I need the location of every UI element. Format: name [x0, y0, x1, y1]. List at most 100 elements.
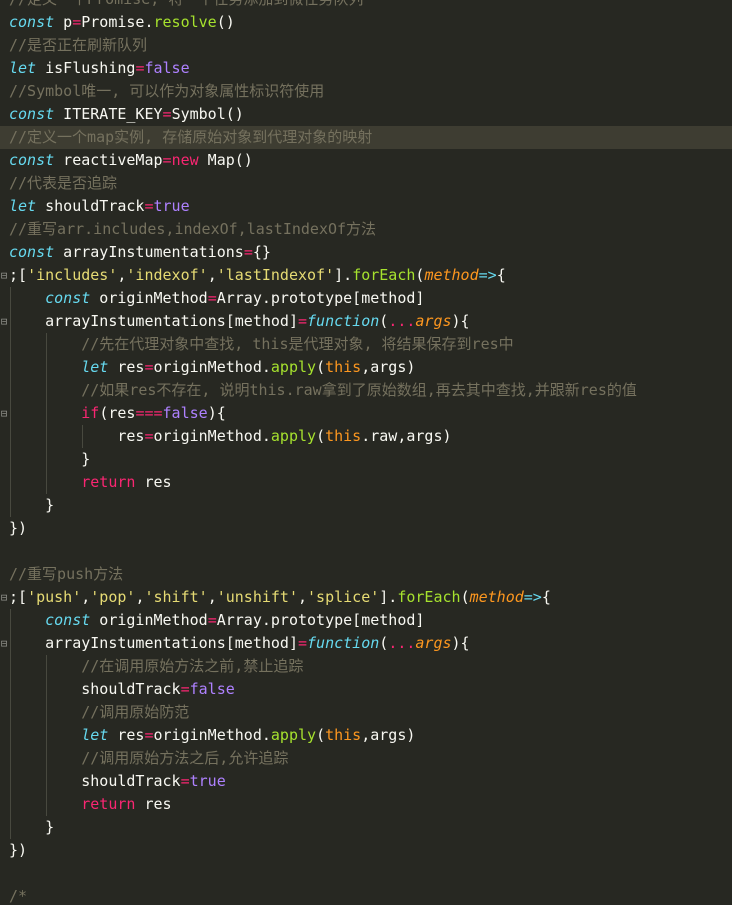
code-line[interactable]: [0, 540, 732, 563]
code-line[interactable]: let shouldTrack=true: [0, 195, 732, 218]
code-line[interactable]: const p=Promise.resolve(): [0, 11, 732, 34]
code-token-plain: shouldTrack: [81, 680, 181, 698]
code-token-storage: function: [307, 312, 380, 330]
code-token-const: false: [162, 404, 208, 422]
code-line[interactable]: }: [0, 816, 732, 839]
code-token-comment: //Symbol唯一, 可以作为对象属性标识符使用: [9, 82, 325, 100]
fold-toggle-icon[interactable]: ⊟: [0, 586, 8, 609]
code-token-plain: Map(): [198, 151, 253, 169]
code-token-operator: =: [144, 427, 154, 445]
code-line[interactable]: const reactiveMap=new Map(): [0, 149, 732, 172]
code-line[interactable]: return res: [0, 471, 732, 494]
code-token-storage: const: [9, 151, 55, 169]
code-line[interactable]: //如果res不存在, 说明this.raw拿到了原始数组,再去其中查找,并跟新…: [0, 379, 732, 402]
code-text: const ITERATE_KEY=Symbol(): [9, 103, 244, 126]
code-token-plain: arrayInstumentations[method]: [45, 312, 298, 330]
code-token-plain: }: [81, 450, 91, 468]
code-editor[interactable]: //定义一个Promise, 将一个任务添加到微任务队列 const p=Prom…: [0, 0, 732, 905]
code-token-keyword: if: [81, 404, 100, 422]
code-line[interactable]: let isFlushing=false: [0, 57, 732, 80]
code-token-operator: =: [144, 726, 154, 744]
code-line[interactable]: }): [0, 839, 732, 862]
code-line[interactable]: //Symbol唯一, 可以作为对象属性标识符使用: [0, 80, 732, 103]
code-token-storage: const: [45, 289, 91, 307]
code-line[interactable]: }: [0, 494, 732, 517]
code-token-comment: //重写push方法: [9, 565, 124, 583]
code-line[interactable]: ⊟ if(res===false){: [0, 402, 732, 425]
code-line[interactable]: //先在代理对象中查找, this是代理对象, 将结果保存到res中: [0, 333, 732, 356]
code-token-plain: Promise: [81, 13, 145, 31]
code-text: //Symbol唯一, 可以作为对象属性标识符使用: [9, 80, 324, 103]
fold-toggle-icon[interactable]: ⊟: [0, 402, 8, 425]
code-line[interactable]: let res=originMethod.apply(this,args): [0, 356, 732, 379]
code-text: //在调用原始方法之前,禁止追踪: [9, 655, 303, 678]
code-line[interactable]: }: [0, 448, 732, 471]
code-line[interactable]: return res: [0, 793, 732, 816]
code-line[interactable]: res=originMethod.apply(this.raw,args): [0, 425, 732, 448]
code-token-plain: {: [541, 588, 551, 606]
code-line[interactable]: const originMethod=Array.prototype[metho…: [0, 287, 732, 310]
code-token-plain: originMethod.: [153, 427, 271, 445]
code-token-operator: =: [72, 13, 82, 31]
code-token-plain: ,args): [361, 358, 416, 376]
code-line[interactable]: /*: [0, 885, 732, 905]
code-token-const: false: [189, 680, 235, 698]
code-token-plain: .: [144, 13, 154, 31]
code-line[interactable]: [0, 862, 732, 885]
code-token-comment: //定义一个map实例, 存储原始对象到代理对象的映射: [9, 128, 373, 146]
code-line[interactable]: //重写arr.includes,indexOf,lastIndexOf方法: [0, 218, 732, 241]
code-token-operator: =: [298, 312, 308, 330]
code-token-storage: =>: [478, 266, 497, 284]
code-token-func: forEach: [352, 266, 416, 284]
code-line[interactable]: //代表是否追踪: [0, 172, 732, 195]
code-text: ;['includes','indexof','lastIndexof'].fo…: [9, 264, 506, 287]
code-text: const originMethod=Array.prototype[metho…: [9, 609, 424, 632]
code-line[interactable]: ⊟ arrayInstumentations[method]=function(…: [0, 632, 732, 655]
code-line[interactable]: const ITERATE_KEY=Symbol(): [0, 103, 732, 126]
code-token-this: this: [325, 358, 362, 376]
code-line[interactable]: ⊟ ;['includes','indexof','lastIndexof'].f…: [0, 264, 732, 287]
code-token-plain: {: [496, 266, 506, 284]
code-line[interactable]: //定义一个map实例, 存储原始对象到代理对象的映射: [0, 126, 732, 149]
code-text: //重写push方法: [9, 563, 123, 586]
code-token-comment: //定义一个Promise, 将一个任务添加到微任务队列: [9, 0, 363, 8]
code-line[interactable]: //调用原始方法之后,允许追踪: [0, 747, 732, 770]
code-line[interactable]: //重写push方法: [0, 563, 732, 586]
code-token-storage: function: [307, 634, 380, 652]
code-token-plain: res: [135, 473, 172, 491]
code-token-plain: originMethod.: [153, 726, 271, 744]
code-token-string: 'lastIndexof': [216, 266, 335, 284]
code-token-plain: (: [316, 358, 326, 376]
code-token-operator: ...: [388, 634, 416, 652]
code-text: ;['push','pop','shift','unshift','splice…: [9, 586, 551, 609]
code-line[interactable]: ⊟ arrayInstumentations[method]=function(…: [0, 310, 732, 333]
code-line[interactable]: //调用原始防范: [0, 701, 732, 724]
code-token-plain: ){: [207, 404, 226, 422]
code-line[interactable]: let res=originMethod.apply(this,args): [0, 724, 732, 747]
code-token-storage: let: [9, 59, 37, 77]
code-line[interactable]: ⊟ ;['push','pop','shift','unshift','splic…: [0, 586, 732, 609]
code-token-plain: ,: [81, 588, 91, 606]
code-line[interactable]: const originMethod=Array.prototype[metho…: [0, 609, 732, 632]
fold-toggle-icon[interactable]: ⊟: [0, 310, 8, 333]
code-line[interactable]: //是否正在刷新队列: [0, 34, 732, 57]
code-token-plain: res: [135, 795, 172, 813]
code-line[interactable]: shouldTrack=false: [0, 678, 732, 701]
code-token-storage: const: [9, 243, 55, 261]
code-token-plain: shouldTrack: [36, 197, 145, 215]
code-token-plain: Array.prototype[method]: [216, 611, 425, 629]
fold-toggle-icon[interactable]: ⊟: [0, 264, 8, 287]
fold-toggle-icon[interactable]: ⊟: [0, 632, 8, 655]
code-line[interactable]: //定义一个Promise, 将一个任务添加到微任务队列: [0, 0, 732, 11]
code-token-operator: =: [207, 611, 217, 629]
code-line[interactable]: //在调用原始方法之前,禁止追踪: [0, 655, 732, 678]
code-line[interactable]: }): [0, 517, 732, 540]
code-text: //调用原始方法之后,允许追踪: [9, 747, 288, 770]
code-line[interactable]: const arrayInstumentations={}: [0, 241, 732, 264]
code-token-plain: ,: [298, 588, 308, 606]
code-text: const reactiveMap=new Map(): [9, 149, 253, 172]
code-token-comment: //在调用原始方法之前,禁止追踪: [81, 657, 304, 675]
code-token-string: 'push': [27, 588, 82, 606]
code-line[interactable]: shouldTrack=true: [0, 770, 732, 793]
code-token-this: this: [325, 726, 362, 744]
